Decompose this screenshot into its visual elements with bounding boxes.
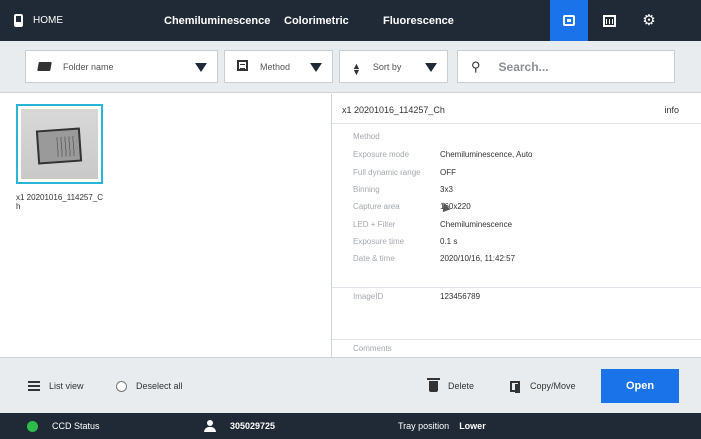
filter-toolbar: Folder name Method ▲ ▼ Sort by ⚲ Search..… <box>0 41 701 93</box>
gallery-button[interactable] <box>550 0 588 41</box>
radio-icon <box>116 380 127 392</box>
prop-value: 0.1 s <box>440 237 458 246</box>
section-divider <box>332 287 701 288</box>
sort-label: Sort by <box>372 61 402 72</box>
prop-value: 2020/10/16, 11:42:57 <box>440 254 516 263</box>
prop-value: Chemiluminescence <box>440 220 513 229</box>
prop-value: 3x3 <box>440 185 453 194</box>
prop-label: Full dynamic range <box>353 168 421 177</box>
thumbnail-label: x1 20201016_114257_Ch <box>16 193 104 211</box>
list-icon <box>28 381 40 391</box>
dropdown-arrow-icon <box>310 63 322 72</box>
ccd-status-label: CCD Status <box>52 421 100 431</box>
copy-icon <box>510 380 520 393</box>
user-icon <box>204 420 216 432</box>
delete-button[interactable]: Delete <box>427 358 475 414</box>
copy-move-button[interactable]: Copy/Move <box>510 358 576 414</box>
user-id: 305029725 <box>230 421 276 431</box>
prop-label: Binning <box>353 185 380 194</box>
tab-fluorescence[interactable]: Fluorescence <box>383 0 454 41</box>
details-title: x1 20201016_114257_Ch <box>342 105 445 115</box>
calendar-icon <box>602 14 616 27</box>
image-id-value: 123456789 <box>440 292 481 301</box>
tray-label: Tray position <box>398 421 450 431</box>
sort-dropdown[interactable]: ▲ ▼ Sort by <box>339 50 448 83</box>
delete-label: Delete <box>448 381 475 391</box>
list-view-label: List view <box>49 381 84 391</box>
list-view-button[interactable]: List view <box>28 358 84 414</box>
trash-icon <box>427 377 440 392</box>
thumbnail-grid: x1 20201016_114257_Ch <box>0 94 331 357</box>
prop-label: Date & time <box>353 254 395 263</box>
status-dot-icon <box>27 420 38 432</box>
status-bar: CCD Status 305029725 Tray position Lower <box>0 413 701 439</box>
top-nav: HOME Chemiluminescence Colorimetric Fluo… <box>0 0 701 41</box>
calendar-button[interactable] <box>590 0 628 41</box>
tab-colorimetric[interactable]: Colorimetric <box>284 0 349 41</box>
prop-label: Exposure mode <box>353 150 410 159</box>
image-id-label: ImageID <box>353 292 384 301</box>
gallery-icon <box>563 15 575 26</box>
method-dropdown[interactable]: Method <box>224 50 333 83</box>
dropdown-arrow-icon <box>425 63 437 72</box>
dropdown-arrow-icon <box>195 63 207 72</box>
search-input[interactable]: ⚲ Search... <box>457 50 675 83</box>
folder-icon <box>37 61 52 71</box>
prop-label: Capture area <box>353 202 400 211</box>
section-method: Method <box>353 132 380 141</box>
settings-button[interactable]: ⚙ <box>630 0 668 41</box>
gel-blot-image <box>35 127 83 165</box>
folder-dropdown[interactable]: Folder name <box>25 50 218 83</box>
info-tab[interactable]: info <box>664 105 679 115</box>
comments-label[interactable]: Comments <box>353 344 392 353</box>
sort-icon: ▲ ▼ <box>352 61 361 77</box>
thumbnail-image <box>21 109 98 179</box>
prop-value: Chemiluminescence, Auto <box>440 150 533 159</box>
search-icon: ⚲ <box>471 58 481 74</box>
search-placeholder: Search... <box>498 59 549 74</box>
home-label: HOME <box>33 15 63 26</box>
open-button[interactable]: Open <box>601 369 679 403</box>
home-button[interactable]: HOME <box>14 0 63 41</box>
thumbnail-item[interactable] <box>16 104 103 184</box>
section-divider <box>332 339 701 340</box>
details-header: x1 20201016_114257_Ch info <box>332 94 701 124</box>
deselect-all-toggle[interactable]: Deselect all <box>116 358 183 414</box>
copy-move-label: Copy/Move <box>530 381 576 391</box>
ccd-status: CCD Status <box>27 413 100 439</box>
tray-value: Lower <box>459 421 486 431</box>
gear-icon: ⚙ <box>642 12 656 29</box>
user-info: 305029725 <box>204 413 275 439</box>
document-icon <box>237 59 248 71</box>
prop-label: Exposure time <box>353 237 405 246</box>
prop-label: LED + Filter <box>353 220 396 229</box>
action-bar: List view Deselect all Delete Copy/Move … <box>0 357 701 413</box>
home-device-icon <box>14 14 23 27</box>
tab-chemiluminescence[interactable]: Chemiluminescence <box>164 0 270 41</box>
folder-label: Folder name <box>63 61 114 72</box>
deselect-all-label: Deselect all <box>136 381 183 391</box>
prop-value: OFF <box>440 168 456 177</box>
tray-status: Tray position Lower <box>398 413 486 439</box>
method-label: Method <box>260 61 291 72</box>
details-panel: x1 20201016_114257_Ch info Method Exposu… <box>332 94 701 357</box>
